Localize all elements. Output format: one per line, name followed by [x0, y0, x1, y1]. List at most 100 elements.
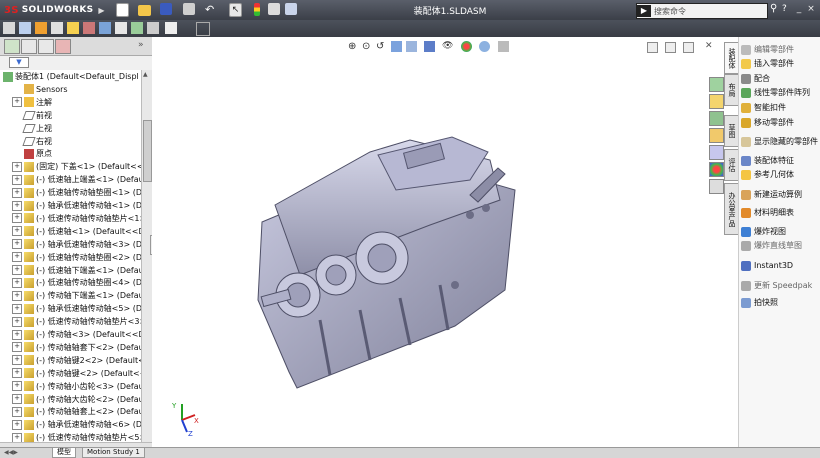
- feature-tree-tab-icon[interactable]: [4, 39, 20, 54]
- minimize-button[interactable]: _: [794, 4, 804, 15]
- file-explorer-icon[interactable]: [709, 111, 724, 126]
- solidworks-logo[interactable]: 3S SOLIDWORKS ▶: [4, 3, 105, 17]
- tree-item[interactable]: + (-) 低速轴传动轴垫圈<4> (De: [12, 276, 141, 289]
- command-edit-component[interactable]: 编辑零部件: [741, 43, 794, 56]
- tree-item[interactable]: + (-) 轴承低速轴传动轴<5> (De: [12, 302, 141, 315]
- tree-item[interactable]: 右视: [12, 135, 52, 148]
- view-palette-icon[interactable]: [709, 145, 724, 160]
- tree-item[interactable]: + (-) 低速传动轴传动轴垫片<5> (De: [12, 431, 141, 442]
- options-icon[interactable]: [285, 3, 297, 15]
- command-move-component[interactable]: 移动零部件: [741, 116, 794, 129]
- expand-icon[interactable]: +: [12, 252, 22, 263]
- display-manager-tab-icon[interactable]: [55, 39, 71, 54]
- expand-icon[interactable]: +: [12, 419, 22, 430]
- expand-icon[interactable]: +: [12, 316, 22, 327]
- tree-item[interactable]: + (-) 低速传动轴传动轴垫片<1> (De: [12, 212, 141, 225]
- tree-item[interactable]: 前视: [12, 109, 52, 122]
- command-motion-study[interactable]: 新建运动算例: [741, 188, 802, 201]
- expand-icon[interactable]: +: [12, 277, 22, 288]
- tab-evaluate[interactable]: 评估: [724, 149, 739, 181]
- tree-item[interactable]: + (-) 轴承低速轴传动轴<3> (De: [12, 238, 141, 251]
- command-bom[interactable]: 材料明细表: [741, 206, 794, 219]
- search-box[interactable]: ▶ 搜索命令: [636, 3, 768, 19]
- expand-icon[interactable]: +: [12, 303, 22, 314]
- command-mate[interactable]: 配合: [741, 72, 770, 85]
- search-magnifier-icon[interactable]: ⚲: [770, 3, 777, 14]
- expand-icon[interactable]: +: [12, 187, 22, 198]
- interference-icon[interactable]: [115, 22, 127, 34]
- tree-item[interactable]: + (-) 低速轴传动轴垫圈<1> (Defa: [12, 186, 141, 199]
- expand-icon[interactable]: +: [12, 329, 22, 340]
- expand-icon[interactable]: +: [12, 97, 22, 108]
- print-icon[interactable]: [183, 3, 195, 15]
- rebuild-icon[interactable]: [254, 3, 260, 16]
- tree-item[interactable]: Sensors: [12, 83, 68, 96]
- close-view-icon[interactable]: ✕: [705, 41, 713, 51]
- command-explode-line[interactable]: 爆炸直线草图: [741, 239, 802, 252]
- tree-item[interactable]: + (-) 传动轴小齿轮<3> (Default: [12, 380, 141, 393]
- open-folder-icon[interactable]: [138, 5, 151, 16]
- explode-icon[interactable]: [131, 22, 143, 34]
- restore-view-icon[interactable]: [665, 42, 676, 53]
- design-library-icon[interactable]: [709, 94, 724, 109]
- zoom-area-icon[interactable]: ⊙: [362, 41, 373, 52]
- command-insert-component[interactable]: 插入零部件: [741, 57, 794, 70]
- hide-show-items-icon[interactable]: 👁: [442, 41, 453, 52]
- tree-vertical-scrollbar[interactable]: ▲: [141, 70, 152, 442]
- close-button[interactable]: ×: [806, 4, 816, 15]
- tree-item[interactable]: + (-) 传动轴<3> (Default<<De: [12, 328, 141, 341]
- tree-item[interactable]: + (-) 低速传动轴传动轴垫片<3> (De: [12, 315, 141, 328]
- tile-view-icon[interactable]: [647, 42, 658, 53]
- tree-item[interactable]: + (-) 低速轴<1> (Default<<De: [12, 225, 141, 238]
- grid-icon[interactable]: [196, 22, 210, 36]
- tree-item[interactable]: + (-) 低速轴下端盖<1> (Default: [12, 264, 141, 277]
- command-exploded-view[interactable]: 爆炸视图: [741, 225, 786, 238]
- command-snapshot[interactable]: 拍快照: [741, 296, 778, 309]
- save-icon[interactable]: [160, 3, 172, 15]
- expand-icon[interactable]: +: [12, 161, 22, 172]
- view-orientation-icon[interactable]: [406, 41, 417, 52]
- property-manager-tab-icon[interactable]: [21, 39, 37, 54]
- tab-office-products[interactable]: 办公室产品: [724, 183, 739, 235]
- expand-icon[interactable]: +: [12, 226, 22, 237]
- expand-icon[interactable]: +: [12, 342, 22, 353]
- custom-properties-icon[interactable]: [709, 179, 724, 194]
- zoom-to-fit-icon[interactable]: ⊕: [348, 41, 359, 52]
- expand-icon[interactable]: +: [12, 355, 22, 366]
- command-assembly-feature[interactable]: 装配体特征: [741, 154, 794, 167]
- scroll-up-icon[interactable]: ▲: [143, 71, 148, 78]
- help-button[interactable]: ?: [782, 4, 787, 14]
- tab-assembly[interactable]: 装配体: [724, 42, 739, 74]
- undo-icon[interactable]: ↶: [205, 3, 219, 17]
- tab-layout[interactable]: 布局: [724, 74, 739, 106]
- expand-icon[interactable]: +: [12, 406, 22, 417]
- expand-icon[interactable]: +: [12, 239, 22, 250]
- file-properties-icon[interactable]: [268, 3, 280, 15]
- tab-nav-icon[interactable]: ◀◀▶: [4, 449, 18, 456]
- tree-item[interactable]: + (-) 传动轴下端盖<1> (Default: [12, 289, 141, 302]
- bom-toolbar-icon[interactable]: [147, 22, 159, 34]
- tree-item[interactable]: + (-) 传动轴键<2> (Default<<D: [12, 367, 141, 380]
- previous-view-icon[interactable]: ↺: [376, 41, 387, 52]
- expand-panel-icon[interactable]: »: [138, 40, 144, 50]
- expand-icon[interactable]: +: [12, 265, 22, 275]
- menu-arrow-icon[interactable]: ▶: [98, 6, 104, 15]
- tab-sketch[interactable]: 草图: [724, 115, 739, 147]
- tree-item[interactable]: + (-) 轴承低速轴传动轴<6> (De: [12, 418, 141, 431]
- tree-item[interactable]: + (-) 传动轴大齿轮<2> (Default: [12, 393, 141, 406]
- tree-root[interactable]: 装配体1 (Default<Default_Displ: [3, 70, 139, 83]
- maximize-view-icon[interactable]: [683, 42, 694, 53]
- view-settings-icon[interactable]: [498, 41, 509, 52]
- sketch-icon[interactable]: [165, 22, 177, 34]
- folder-icon[interactable]: [709, 128, 724, 143]
- tree-item[interactable]: + (-) 传动轴轴套下<2> (Default: [12, 341, 141, 354]
- new-document-icon[interactable]: [116, 3, 129, 17]
- expand-icon[interactable]: +: [12, 200, 22, 211]
- command-speedpak[interactable]: 更新 Speedpak: [741, 279, 812, 292]
- expand-icon[interactable]: +: [12, 213, 22, 224]
- gearbox-model[interactable]: [152, 37, 724, 447]
- tree-item[interactable]: + 注解: [12, 96, 52, 109]
- tree-item[interactable]: + (-) 传动轴键2<2> (Default<<: [12, 354, 141, 367]
- assembly-icon[interactable]: [3, 22, 15, 34]
- graphics-area[interactable]: [152, 37, 724, 447]
